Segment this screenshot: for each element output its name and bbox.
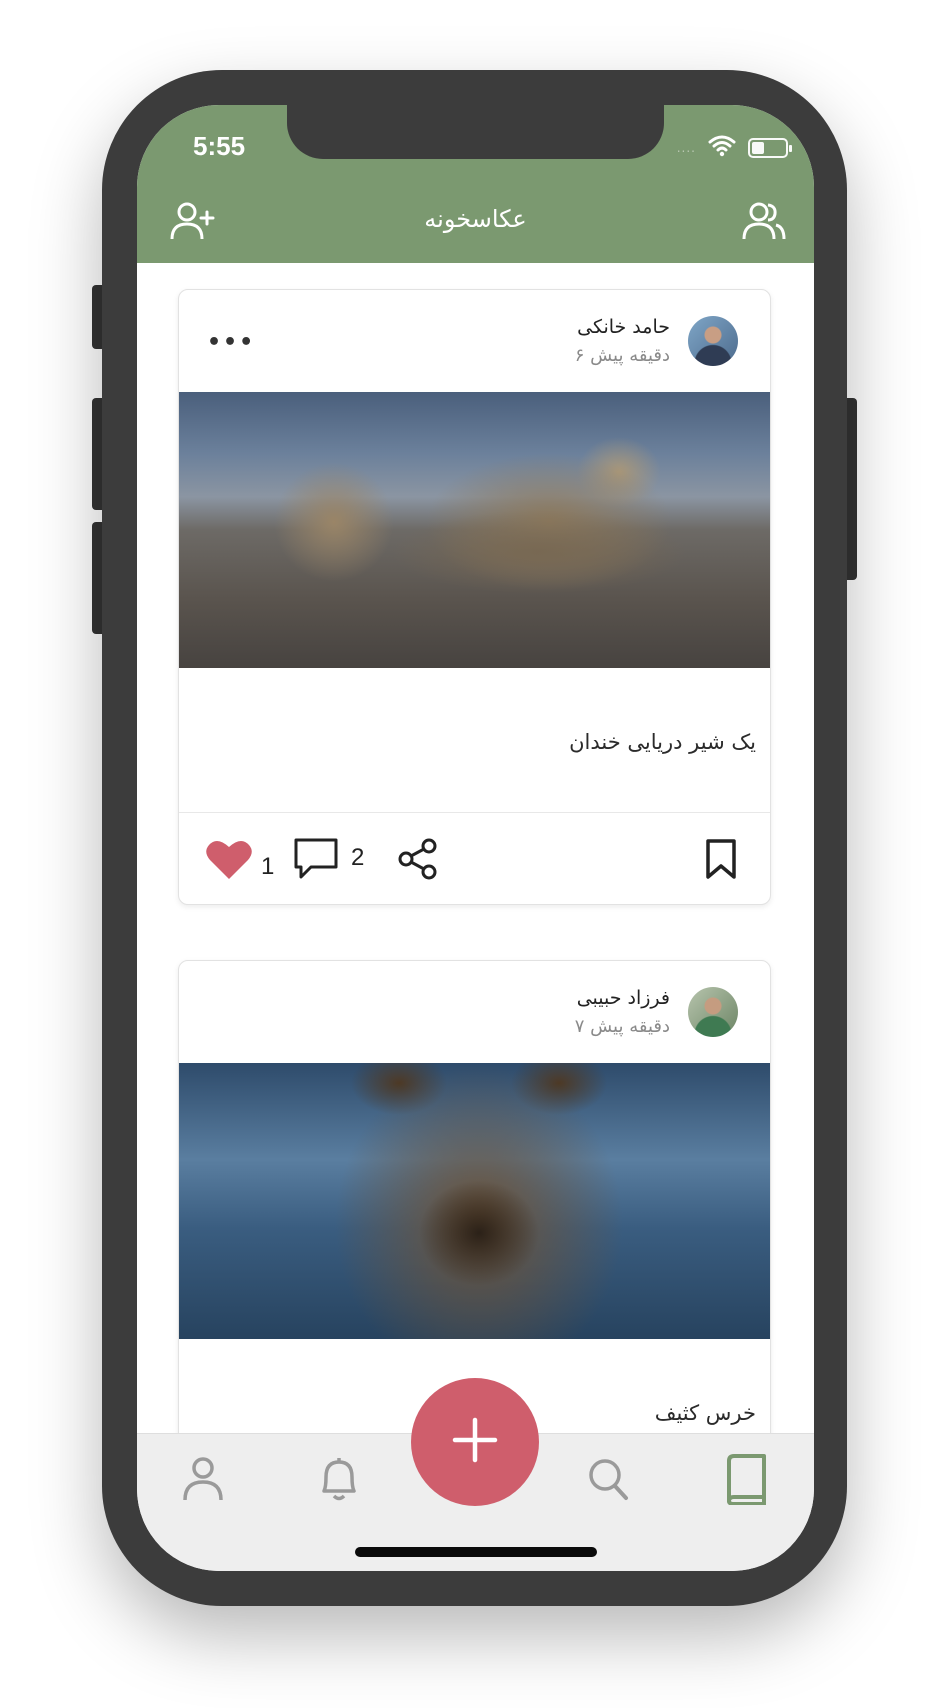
tab-search[interactable] [583,1454,633,1508]
users-icon[interactable] [740,197,788,245]
tab-notifications[interactable] [314,1454,364,1508]
comment-count: 2 [351,844,365,871]
home-indicator [355,1547,597,1557]
search-icon [586,1456,630,1506]
notch [287,105,664,159]
bookmark-icon [704,838,738,884]
post-photo[interactable] [179,392,770,668]
author-name[interactable]: فرزاد حبیبی [575,983,670,1013]
post-card: فرزاد حبیبی ۷ دقیقه پیش خرس کثیف [178,960,771,1433]
post-author: فرزاد حبیبی ۷ دقیقه پیش [575,983,670,1041]
post-author: حامد خانکی ۶ دقیقه پیش [575,312,670,370]
app-title: عکاسخونه [424,205,527,233]
post-actions: 1 2 [179,812,770,904]
tab-profile[interactable] [178,1454,228,1508]
post-card: حامد خانکی ۶ دقیقه پیش ••• یک شیر دریایی… [178,289,771,905]
post-feed[interactable]: حامد خانکی ۶ دقیقه پیش ••• یک شیر دریایی… [137,263,814,1433]
share-button[interactable] [397,838,439,884]
status-icons: .... [676,135,792,161]
avatar[interactable] [688,316,738,366]
post-time: ۶ دقیقه پیش [574,345,670,366]
add-icon [452,1417,498,1467]
signal-icon: .... [676,141,696,155]
like-count: 1 [261,853,275,880]
post-caption: خرس کثیف [654,1401,756,1425]
bookmark-button[interactable] [704,838,738,884]
comment-icon [293,837,339,885]
status-time: 5:55 [193,131,246,161]
author-name[interactable]: حامد خانکی [575,312,670,342]
post-caption: یک شیر دریایی خندان [569,730,756,754]
post-time: ۷ دقیقه پیش [574,1016,670,1037]
comment-button[interactable]: 2 [293,838,364,884]
battery-icon [748,138,792,158]
add-post-button[interactable] [411,1378,539,1506]
like-button[interactable]: 1 [205,838,274,884]
post-photo[interactable] [179,1063,770,1339]
profile-icon [181,1456,225,1506]
tab-feed[interactable] [721,1454,771,1508]
heart-icon [205,838,253,884]
more-options-icon[interactable]: ••• [207,330,255,355]
bell-icon [316,1455,362,1507]
phone-screen: 5:55 .... عکاسخونه حامد خانکی ۶ دقیقه پی… [137,105,814,1571]
avatar[interactable] [688,987,738,1037]
bottom-tab-bar [137,1378,814,1571]
wifi-icon [708,135,736,161]
share-icon [397,837,439,885]
book-icon [724,1453,768,1509]
